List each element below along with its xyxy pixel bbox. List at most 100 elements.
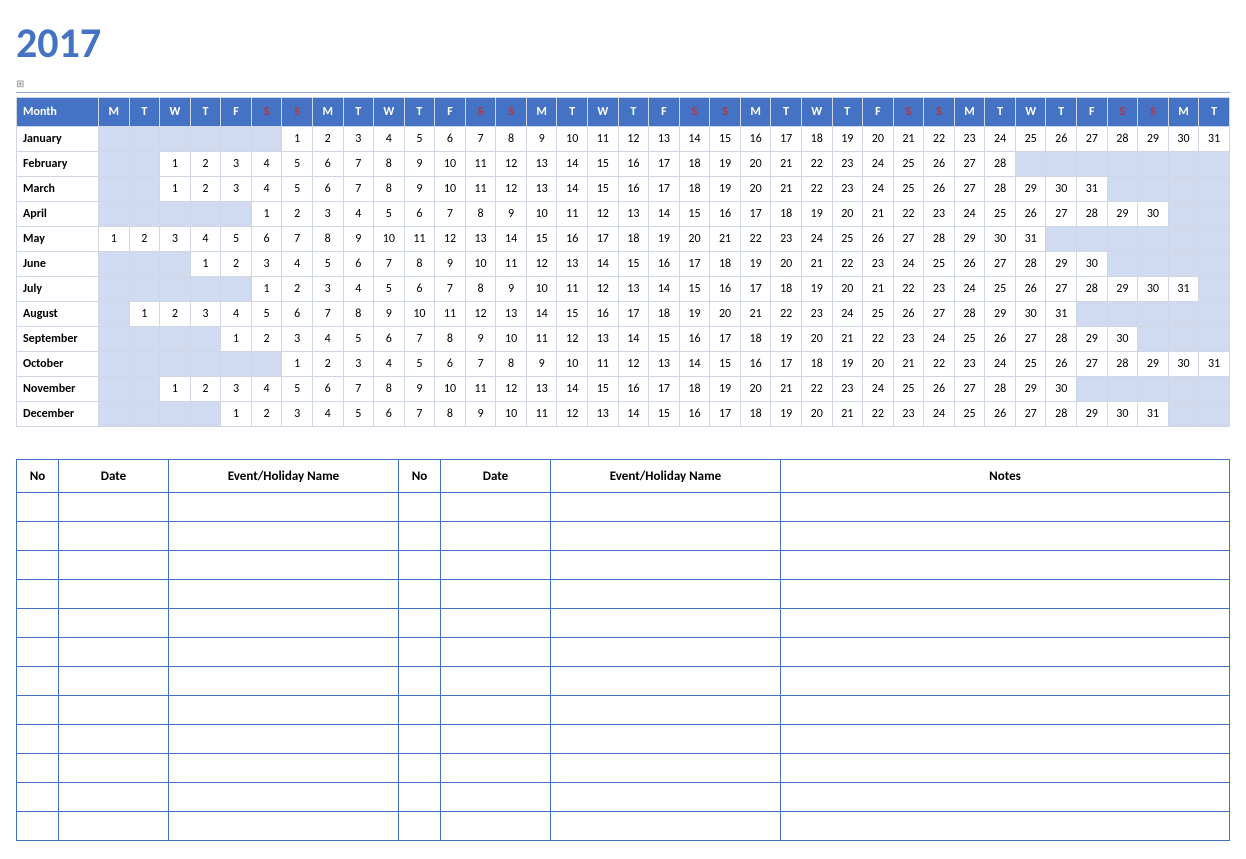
events-cell[interactable]	[169, 754, 399, 783]
events-cell[interactable]	[399, 725, 441, 754]
events-cell[interactable]	[169, 667, 399, 696]
events-cell[interactable]	[399, 812, 441, 841]
events-cell[interactable]	[17, 522, 59, 551]
day-cell: 18	[710, 252, 741, 277]
events-cell[interactable]	[441, 638, 551, 667]
events-cell[interactable]	[441, 754, 551, 783]
events-cell[interactable]	[59, 783, 169, 812]
events-cell[interactable]	[399, 696, 441, 725]
events-cell[interactable]	[59, 638, 169, 667]
events-cell[interactable]	[441, 522, 551, 551]
events-cell[interactable]	[169, 580, 399, 609]
events-cell[interactable]	[59, 551, 169, 580]
day-cell: 5	[374, 202, 405, 227]
events-cell[interactable]	[781, 725, 1230, 754]
events-cell[interactable]	[551, 696, 781, 725]
events-cell[interactable]	[441, 783, 551, 812]
empty-day	[190, 202, 221, 227]
events-cell[interactable]	[169, 551, 399, 580]
events-cell[interactable]	[441, 725, 551, 754]
events-cell[interactable]	[17, 551, 59, 580]
day-cell: 2	[282, 277, 313, 302]
events-cell[interactable]	[781, 638, 1230, 667]
events-cell[interactable]	[59, 493, 169, 522]
events-cell[interactable]	[781, 609, 1230, 638]
events-cell[interactable]	[551, 493, 781, 522]
events-cell[interactable]	[399, 754, 441, 783]
events-cell[interactable]	[169, 783, 399, 812]
day-cell: 2	[312, 127, 343, 152]
events-cell[interactable]	[169, 609, 399, 638]
events-cell[interactable]	[17, 580, 59, 609]
events-cell[interactable]	[399, 783, 441, 812]
events-cell[interactable]	[59, 522, 169, 551]
day-cell: 9	[465, 327, 496, 352]
events-cell[interactable]	[17, 725, 59, 754]
events-cell[interactable]	[17, 493, 59, 522]
events-cell[interactable]	[781, 580, 1230, 609]
events-cell[interactable]	[399, 522, 441, 551]
events-cell[interactable]	[59, 609, 169, 638]
events-cell[interactable]	[551, 754, 781, 783]
empty-day	[1107, 152, 1138, 177]
events-cell[interactable]	[17, 812, 59, 841]
events-cell[interactable]	[59, 696, 169, 725]
events-cell[interactable]	[399, 609, 441, 638]
empty-day	[129, 402, 160, 427]
events-cell[interactable]	[17, 667, 59, 696]
events-cell[interactable]	[59, 754, 169, 783]
events-cell[interactable]	[169, 812, 399, 841]
events-cell[interactable]	[441, 609, 551, 638]
events-cell[interactable]	[169, 638, 399, 667]
events-cell[interactable]	[551, 812, 781, 841]
events-cell[interactable]	[169, 696, 399, 725]
events-cell[interactable]	[551, 609, 781, 638]
events-cell[interactable]	[59, 667, 169, 696]
events-cell[interactable]	[441, 667, 551, 696]
events-cell[interactable]	[551, 638, 781, 667]
events-cell[interactable]	[781, 522, 1230, 551]
events-cell[interactable]	[551, 667, 781, 696]
day-cell: 22	[863, 327, 894, 352]
events-cell[interactable]	[17, 696, 59, 725]
events-cell[interactable]	[399, 667, 441, 696]
events-cell[interactable]	[781, 493, 1230, 522]
day-cell: 12	[496, 152, 527, 177]
events-cell[interactable]	[169, 725, 399, 754]
events-cell[interactable]	[781, 783, 1230, 812]
events-cell[interactable]	[551, 725, 781, 754]
events-cell[interactable]	[441, 812, 551, 841]
events-cell[interactable]	[551, 580, 781, 609]
events-cell[interactable]	[441, 493, 551, 522]
day-cell: 29	[1046, 252, 1077, 277]
events-cell[interactable]	[551, 522, 781, 551]
events-cell[interactable]	[781, 667, 1230, 696]
events-cell[interactable]	[17, 783, 59, 812]
events-cell[interactable]	[781, 696, 1230, 725]
events-cell[interactable]	[781, 551, 1230, 580]
events-cell[interactable]	[17, 638, 59, 667]
events-cell[interactable]	[781, 812, 1230, 841]
events-cell[interactable]	[399, 493, 441, 522]
events-cell[interactable]	[59, 725, 169, 754]
day-cell: 11	[557, 277, 588, 302]
events-cell[interactable]	[399, 638, 441, 667]
events-cell[interactable]	[441, 551, 551, 580]
empty-day	[1138, 152, 1169, 177]
events-cell[interactable]	[441, 580, 551, 609]
events-cell[interactable]	[441, 696, 551, 725]
events-cell[interactable]	[17, 609, 59, 638]
events-cell[interactable]	[59, 812, 169, 841]
events-cell[interactable]	[169, 522, 399, 551]
empty-day	[1168, 152, 1199, 177]
month-name: October	[17, 352, 99, 377]
events-cell[interactable]	[551, 551, 781, 580]
events-cell[interactable]	[399, 580, 441, 609]
events-cell[interactable]	[781, 754, 1230, 783]
empty-day	[1199, 377, 1230, 402]
events-cell[interactable]	[551, 783, 781, 812]
events-cell[interactable]	[169, 493, 399, 522]
events-cell[interactable]	[59, 580, 169, 609]
events-cell[interactable]	[17, 754, 59, 783]
events-cell[interactable]	[399, 551, 441, 580]
